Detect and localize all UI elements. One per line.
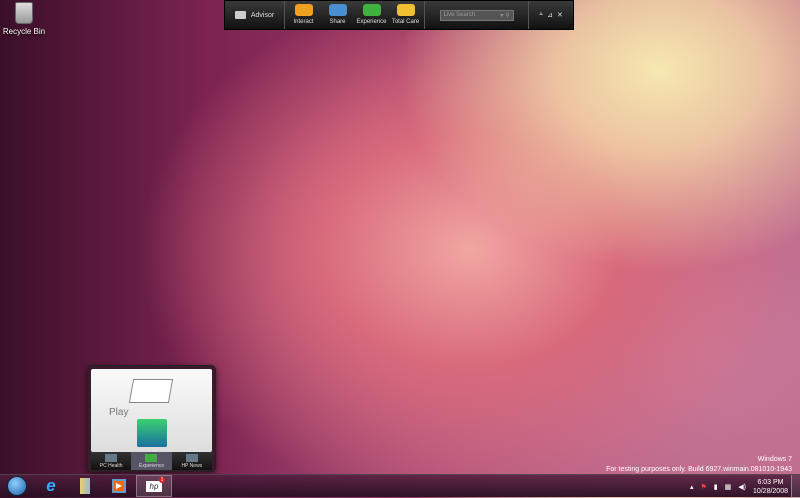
experience-label: Experience [356, 19, 387, 25]
show-desktop-button[interactable] [791, 475, 800, 498]
play-card[interactable]: Play [91, 369, 212, 452]
watermark-title: Windows 7 [757, 456, 792, 463]
action-center-icon[interactable]: ⚑ [700, 483, 706, 491]
share-button[interactable]: Share [321, 1, 355, 29]
start-button[interactable] [0, 475, 34, 497]
device-icon[interactable]: ▮ [714, 483, 718, 491]
tab-experience[interactable]: Experience [131, 452, 172, 470]
taskbar: e ▶ hp 1 ▴ ⚑ ▮ ▦ ◀) 6:03 PM 10/28/2008 [0, 474, 800, 498]
minimize-icon[interactable]: ⩡ [539, 11, 543, 19]
share-icon [328, 4, 347, 16]
recycle-bin-icon [15, 2, 33, 24]
total-care-label: Total Care [391, 19, 420, 25]
game-box-icon [137, 419, 167, 447]
signpost-icon [145, 454, 158, 462]
taskbar-internet-explorer[interactable]: e [34, 475, 68, 497]
tab-label: Experience [138, 463, 164, 469]
playing-cards-icon [128, 379, 174, 403]
search-icon: ▾ ⚲ [500, 12, 510, 19]
windows-logo-icon [7, 476, 27, 496]
tab-label: PC Health [99, 463, 123, 469]
folder-icon [80, 478, 90, 494]
interact-label: Interact [293, 19, 314, 25]
tab-hp-news[interactable]: HP News [172, 452, 212, 470]
hp-logo-icon [234, 11, 246, 19]
advisor-brand[interactable]: Advisor [225, 1, 285, 29]
media-player-icon: ▶ [112, 479, 126, 493]
clock-date: 10/28/2008 [752, 487, 788, 495]
windows-watermark: Windows 7 For testing purposes only. Bui… [606, 455, 792, 475]
tab-label: HP News [181, 463, 203, 469]
network-icon[interactable]: ▦ [725, 483, 732, 491]
total-care-button[interactable]: Total Care [389, 1, 423, 29]
internet-explorer-icon: e [46, 476, 56, 495]
handshake-icon [294, 4, 313, 16]
news-icon [185, 454, 198, 462]
show-hidden-icons-button[interactable]: ▴ [690, 483, 694, 491]
volume-icon[interactable]: ◀) [738, 483, 746, 491]
hp-advisor-toolbar: Advisor Interact Share Experience Total … [224, 0, 574, 30]
advisor-label: Advisor [250, 11, 275, 19]
taskbar-libraries[interactable] [68, 475, 102, 497]
clock[interactable]: 6:03 PM 10/28/2008 [753, 478, 788, 496]
system-tray: ▴ ⚑ ▮ ▦ ◀) 6:03 PM 10/28/2008 [690, 475, 788, 498]
tab-pc-health[interactable]: PC Health [91, 452, 131, 470]
play-label: Play [109, 407, 129, 418]
signpost-icon [362, 4, 381, 16]
taskbar-hp-advisor[interactable]: hp 1 [136, 475, 172, 497]
close-icon[interactable]: ✕ [557, 11, 563, 19]
clock-time: 6:03 PM [757, 478, 784, 486]
live-search-input[interactable]: Live Search ▾ ⚲ [439, 9, 514, 21]
interact-button[interactable]: Interact [287, 1, 321, 29]
recycle-bin-label: Recycle Bin [2, 27, 46, 36]
search-placeholder: Live Search [443, 12, 476, 18]
desktop-icon-recycle-bin[interactable]: Recycle Bin [2, 2, 46, 36]
monitor-icon [105, 454, 118, 462]
experience-button[interactable]: Experience [355, 1, 389, 29]
pin-icon[interactable]: ⊿ [547, 11, 553, 19]
share-label: Share [329, 19, 346, 25]
notification-badge: 1 [159, 477, 165, 483]
taskbar-media-player[interactable]: ▶ [102, 475, 136, 497]
hands-icon [396, 4, 415, 16]
hp-advisor-popup: Play PC Health Experience HP News [87, 365, 216, 472]
